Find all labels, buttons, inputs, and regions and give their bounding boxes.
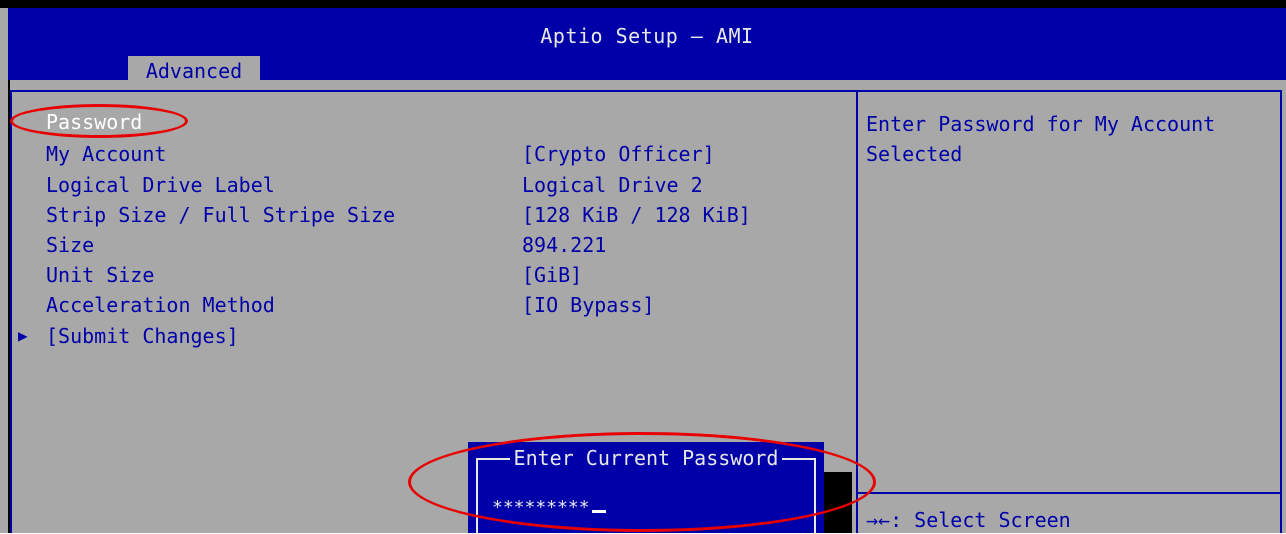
- dialog-shadow: [824, 472, 852, 533]
- password-input[interactable]: *********: [492, 494, 606, 522]
- text-cursor: [591, 510, 606, 513]
- dialog-title: Enter Current Password: [509, 446, 783, 470]
- setting-logical-drive-label-value: Logical Drive 2: [522, 173, 703, 197]
- setting-acceleration-value[interactable]: [IO Bypass]: [522, 291, 654, 319]
- setting-password[interactable]: Password: [46, 108, 142, 136]
- setting-strip-size-value[interactable]: [128 KiB / 128 KiB]: [522, 201, 751, 229]
- submit-changes-item[interactable]: [Submit Changes]: [46, 322, 239, 350]
- setting-size-label[interactable]: Size: [46, 231, 94, 259]
- help-key-divider: [858, 492, 1282, 494]
- dialog-title-wrap: Enter Current Password: [478, 444, 814, 472]
- setting-size-value[interactable]: 894.221: [522, 231, 606, 259]
- setting-acceleration-label[interactable]: Acceleration Method: [46, 291, 275, 319]
- password-dialog: Enter Current Password *********: [468, 442, 824, 533]
- setting-strip-size-label[interactable]: Strip Size / Full Stripe Size: [46, 201, 395, 229]
- help-panel-divider: [856, 90, 858, 533]
- help-key-select-screen: →←: Select Screen: [866, 508, 1071, 532]
- setting-my-account-label[interactable]: My Account: [46, 140, 166, 168]
- password-input-value: *********: [492, 497, 590, 518]
- setting-unit-size-value[interactable]: [GiB]: [522, 261, 582, 289]
- setting-logical-drive-label: Logical Drive Label: [46, 173, 275, 197]
- header: Aptio Setup – AMI Advanced: [8, 8, 1286, 86]
- setting-my-account-value[interactable]: [Crypto Officer]: [522, 140, 715, 168]
- help-text-line-1: Enter Password for My Account: [866, 112, 1216, 136]
- help-text-line-2: Selected: [866, 142, 963, 166]
- bios-screen: Aptio Setup – AMI Advanced Password My A…: [0, 0, 1286, 533]
- window-title: Aptio Setup – AMI: [540, 24, 754, 48]
- tab-advanced[interactable]: Advanced: [128, 56, 260, 86]
- top-bar: [0, 0, 1286, 8]
- dialog-frame: Enter Current Password *********: [476, 446, 816, 533]
- submenu-arrow-icon: ▶: [18, 326, 28, 345]
- setting-unit-size-label[interactable]: Unit Size: [46, 261, 154, 289]
